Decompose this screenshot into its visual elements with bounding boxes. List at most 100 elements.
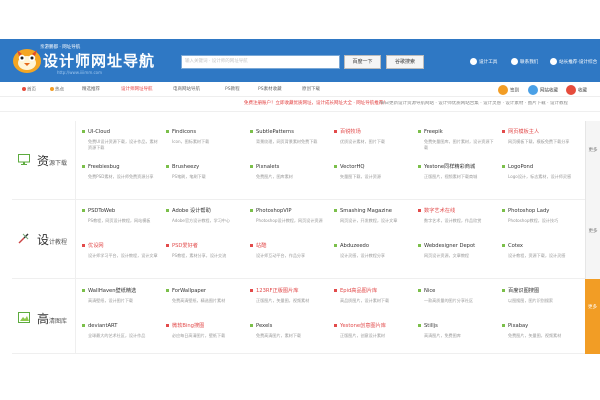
link-item[interactable]: VectorHQ 矢量图下载，设计资源: [334, 163, 421, 198]
link-title[interactable]: 网页模板主人: [502, 128, 589, 136]
link-item[interactable]: Findicons Icon，图标素材下载: [166, 128, 253, 163]
link-title[interactable]: LogoPond: [502, 163, 589, 171]
link-item[interactable]: Brusheezy PS笔刷，笔刷下载: [166, 163, 253, 198]
link-item[interactable]: 数字艺术在线 数字艺术，设计教程，作品欣赏: [418, 207, 505, 242]
notice-scroll: 每日更新设计资源导航网站 · 设计师优质网站合集 · 设计灵感 · 设计素材 ·…: [380, 101, 568, 106]
link-item[interactable]: WallHaven壁纸精选 高清壁纸，设计图片下载: [82, 287, 169, 322]
nav-designer-links[interactable]: 设计师网址导航: [121, 87, 153, 93]
link-item[interactable]: 微软Bing搜图 必应每日高清图片，壁纸下载: [166, 322, 253, 357]
link-title[interactable]: PSD爱好者: [166, 242, 253, 250]
link-title[interactable]: Adobe 设计帮助: [166, 207, 253, 215]
link-title[interactable]: 数字艺术在线: [418, 207, 505, 215]
link-item[interactable]: SubtlePatterns 背景纹理，网页背景素材免费下载: [250, 128, 337, 163]
link-title-text: PhotoshopVIP: [256, 208, 292, 214]
link-title[interactable]: UI-Cloud: [82, 128, 169, 136]
link-title[interactable]: Stilljs: [418, 322, 505, 330]
link-item[interactable]: Webdesigner Depot 网页设计资源，文章教程: [418, 242, 505, 277]
link-title[interactable]: 站酷: [250, 242, 337, 250]
site-title[interactable]: 设计师网址导航: [43, 52, 155, 70]
checkin-button[interactable]: 签到: [498, 85, 519, 95]
link-item[interactable]: PSDToWeb PS教程，网页设计教程，网站模板: [82, 207, 169, 242]
link-item[interactable]: Photoshop Lady Photoshop教程，设计技巧: [502, 207, 589, 242]
link-item[interactable]: Cotex 设计教程，资源下载，设计灵感: [502, 242, 589, 277]
link-title[interactable]: deviantART: [82, 322, 169, 330]
google-search-button[interactable]: 谷歌搜索: [386, 55, 424, 69]
link-item[interactable]: Freebiesbug 免费PSD素材，设计师免费资源分享: [82, 163, 169, 198]
bullet-icon: [418, 244, 421, 247]
nav-ecommerce-links[interactable]: 电商网站导航: [173, 87, 200, 93]
link-title[interactable]: Nice: [418, 287, 505, 295]
link-title[interactable]: 微软Bing搜图: [166, 322, 253, 330]
contact-link[interactable]: 联系我们: [511, 58, 538, 66]
mascot-logo-icon[interactable]: [10, 42, 44, 76]
link-item[interactable]: Pixnalets 免费图片，图库素材: [250, 163, 337, 198]
link-title[interactable]: PhotoshopVIP: [250, 207, 337, 215]
notice-highlight[interactable]: 免费注册账户！立即收藏优质网址，设计成长网址大全 · 网址导航推荐！: [244, 101, 388, 107]
link-title[interactable]: 百锐牧场: [334, 128, 421, 136]
link-item[interactable]: 百度识图搜图 以图搜图，图片识别搜索: [502, 287, 589, 322]
nav-ps-materials[interactable]: PS素材收藏: [258, 87, 282, 93]
link-title[interactable]: 优设网: [82, 242, 169, 250]
link-title[interactable]: WallHaven壁纸精选: [82, 287, 169, 295]
link-item[interactable]: deviantART 全球最大的艺术社区，设计作品: [82, 322, 169, 357]
link-title[interactable]: Pixnalets: [250, 163, 337, 171]
link-item[interactable]: LogoPond Logo设计，标志素材，设计师灵感: [502, 163, 589, 198]
link-item[interactable]: UI-Cloud 免费UI设计资源下载，设计作品，素材资源下载: [82, 128, 169, 163]
link-item[interactable]: Nice 一款高质量的图片分享社区: [418, 287, 505, 322]
bullet-icon: [82, 209, 85, 212]
link-title[interactable]: Freebiesbug: [82, 163, 169, 171]
nav-original-downloads[interactable]: 原创下载: [302, 87, 320, 93]
link-title[interactable]: Yestone同样精彩商城: [418, 163, 505, 171]
link-title[interactable]: Pixabay: [502, 322, 589, 330]
link-title[interactable]: Brusheezy: [166, 163, 253, 171]
design-tools-link[interactable]: 设计工具: [470, 58, 497, 66]
link-item[interactable]: Adobe 设计帮助 Adobe官方设计教程，学习中心: [166, 207, 253, 242]
link-item[interactable]: Stilljs 高清图片，免费图库: [418, 322, 505, 357]
site-favorites-button[interactable]: 网站收藏: [528, 85, 558, 95]
link-title[interactable]: Photoshop Lady: [502, 207, 589, 215]
link-title[interactable]: Yestone创意图片库: [334, 322, 421, 330]
baidu-search-button[interactable]: 百度一下: [344, 55, 381, 69]
link-title[interactable]: SubtlePatterns: [250, 128, 337, 136]
link-title[interactable]: Webdesigner Depot: [418, 242, 505, 250]
link-item[interactable]: Smashing Magazine 网页设计，开发教程，设计文章: [334, 207, 421, 242]
link-title[interactable]: 百度识图搜图: [502, 287, 589, 295]
link-item[interactable]: 123RF正版图片库 正版图片，矢量图，视频素材: [250, 287, 337, 322]
link-item[interactable]: Freepik 免费矢量图库，图片素材，设计资源下载: [418, 128, 505, 163]
link-item[interactable]: ForWallpaper 免费高清壁纸，精选图片素材: [166, 287, 253, 322]
link-item[interactable]: 优设网 设计师学习平台，设计教程，设计文章: [82, 242, 169, 277]
link-item[interactable]: Yestone同样精彩商城 正版图片，视频素材下载商城: [418, 163, 505, 198]
link-title[interactable]: VectorHQ: [334, 163, 421, 171]
bullet-icon: [334, 165, 337, 168]
link-item[interactable]: Pixabay 免费图片，矢量图，视频素材: [502, 322, 589, 357]
link-description: Icon，图标素材下载: [172, 139, 210, 144]
link-description: 网页设计资源，文章教程: [424, 253, 470, 258]
link-title[interactable]: Abduzeedo: [334, 242, 421, 250]
link-item[interactable]: PhotoshopVIP Photoshop设计教程，网页设计资源: [250, 207, 337, 242]
nav-featured[interactable]: 精选推荐: [82, 87, 100, 93]
link-title[interactable]: Findicons: [166, 128, 253, 136]
link-title[interactable]: ForWallpaper: [166, 287, 253, 295]
link-title[interactable]: Epid高品图片库: [334, 287, 421, 295]
link-item[interactable]: 百锐牧场 优质设计素材，图片下载: [334, 128, 421, 163]
link-title[interactable]: Freepik: [418, 128, 505, 136]
link-title[interactable]: PSDToWeb: [82, 207, 169, 215]
link-title[interactable]: Pexels: [250, 322, 337, 330]
link-title[interactable]: Smashing Magazine: [334, 207, 421, 215]
link-item[interactable]: PSD爱好者 PS教程，素材分享，设计交流: [166, 242, 253, 277]
recommend-link[interactable]: 站长推荐·设计综合: [550, 58, 598, 66]
link-item[interactable]: 站酷 设计师互动平台，作品分享: [250, 242, 337, 277]
collect-button[interactable]: 收藏: [566, 85, 587, 95]
nav-home[interactable]: 首页: [22, 87, 36, 93]
search-input[interactable]: 输入关键词 · 设计师的网址导航: [181, 55, 340, 69]
nav-ps-tutorial[interactable]: PS教程: [225, 87, 240, 93]
link-item[interactable]: Pexels 免费高清图片，素材下载: [250, 322, 337, 357]
link-item[interactable]: Abduzeedo 设计灵感，设计教程分享: [334, 242, 421, 277]
link-title[interactable]: Cotex: [502, 242, 589, 250]
link-item[interactable]: Epid高品图片库 高品质图片，设计素材下载: [334, 287, 421, 322]
link-item[interactable]: Yestone创意图片库 正版图片，创意设计素材: [334, 322, 421, 357]
link-title[interactable]: 123RF正版图片库: [250, 287, 337, 295]
nav-hot[interactable]: 热点: [50, 87, 64, 93]
link-item[interactable]: 网页模板主人 网页模板下载，模板免费下载分享: [502, 128, 589, 163]
header-bar: 亲游鹏都 · 网址导航 设计师网址导航 http://www.iiiimm.co…: [0, 39, 600, 82]
